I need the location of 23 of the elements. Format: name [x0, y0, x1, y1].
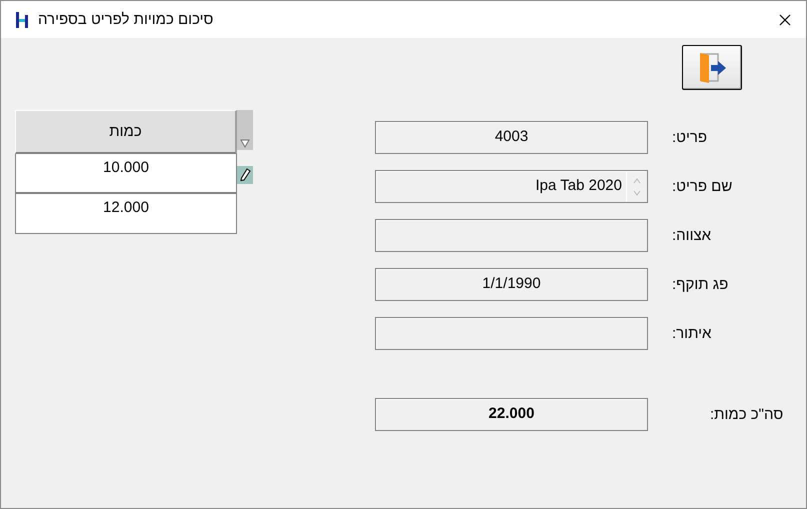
edit-button[interactable] — [237, 166, 253, 184]
close-icon[interactable] — [779, 14, 791, 26]
field-label: סה"כ כמות: — [710, 406, 784, 423]
field-label: שם פריט: — [672, 178, 732, 195]
input-field[interactable]: 22.000 — [375, 398, 648, 431]
table-cell: 12.000 — [15, 194, 237, 234]
table-cell: 10.000 — [15, 154, 237, 194]
window-title: סיכום כמויות לפריט בספירה — [38, 11, 214, 28]
input-field[interactable] — [375, 219, 648, 252]
exit-button[interactable] — [682, 45, 742, 90]
field-label: פריט: — [672, 129, 708, 146]
pencil-icon — [239, 168, 251, 182]
input-field[interactable] — [375, 317, 648, 350]
column-header[interactable]: כמות — [15, 110, 237, 154]
field-label: איתור: — [672, 325, 712, 342]
input-field[interactable]: 4003 — [375, 121, 648, 154]
field-label: פג תוקף: — [672, 276, 728, 293]
filter-button[interactable] — [237, 110, 253, 150]
app-logo-icon — [16, 12, 28, 28]
spin-field[interactable]: Ipa Tab 2020 — [375, 170, 648, 203]
filter-icon — [240, 139, 250, 148]
field-label: אצווה: — [672, 227, 712, 244]
input-field[interactable]: 1/1/1990 — [375, 268, 648, 301]
